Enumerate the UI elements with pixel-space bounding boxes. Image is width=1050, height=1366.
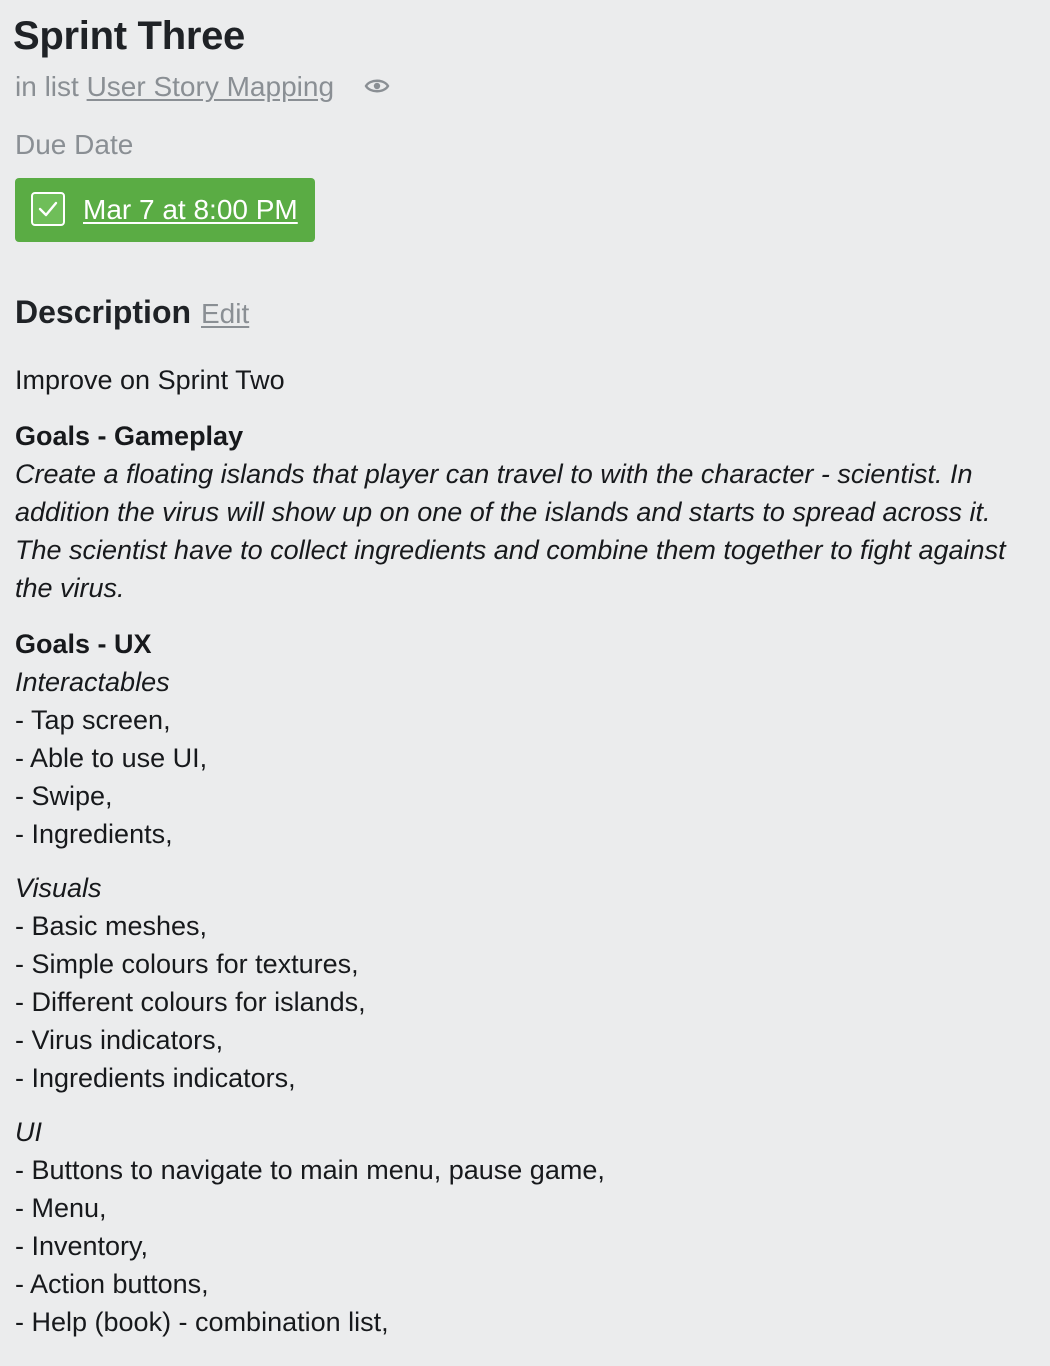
list-item: - Virus indicators, — [15, 1025, 224, 1055]
visuals-heading: Visuals — [15, 873, 102, 903]
list-item: - Ingredients, — [15, 819, 173, 849]
card-list-location: in list User Story Mapping — [15, 70, 334, 104]
list-item: - Tap screen, — [15, 705, 171, 735]
list-item: - Action buttons, — [15, 1269, 209, 1299]
due-date-badge[interactable]: Mar 7 at 8:00 PM — [15, 178, 315, 242]
ui-section: UI - Buttons to navigate to main menu, p… — [15, 1113, 1025, 1341]
gameplay-heading: Goals - Gameplay — [15, 421, 244, 451]
gameplay-section: Goals - Gameplay Create a floating islan… — [15, 417, 1025, 607]
description-heading: Description — [15, 294, 192, 330]
list-item: - Menu, — [15, 1193, 107, 1223]
list-item: - Basic meshes, — [15, 911, 208, 941]
list-item: - Help (book) - combination list, — [15, 1307, 389, 1337]
ui-heading: UI — [15, 1117, 42, 1147]
list-item: - Different colours for islands, — [15, 987, 366, 1017]
gameplay-text: Create a floating islands that player ca… — [15, 459, 1006, 603]
list-item: - Able to use UI, — [15, 743, 208, 773]
card-title[interactable]: Sprint Three — [13, 12, 245, 60]
list-item: - Buttons to navigate to main menu, paus… — [15, 1155, 605, 1185]
interactables-heading: Interactables — [15, 667, 170, 697]
card-detail: Sprint Three in list User Story Mapping … — [0, 0, 1050, 1366]
due-date-label: Due Date — [15, 129, 134, 160]
list-item: - Simple colours for textures, — [15, 949, 359, 979]
due-date-value[interactable]: Mar 7 at 8:00 PM — [83, 193, 298, 227]
checkmark-icon — [38, 201, 58, 217]
edit-description-link[interactable]: Edit — [201, 297, 249, 331]
description-intro: Improve on Sprint Two — [15, 365, 285, 395]
list-item: - Swipe, — [15, 781, 113, 811]
list-link[interactable]: User Story Mapping — [87, 71, 334, 102]
list-item: - Ingredients indicators, — [15, 1063, 296, 1093]
eye-icon[interactable] — [364, 76, 390, 96]
list-item: - Inventory, — [15, 1231, 149, 1261]
in-list-prefix: in list — [15, 71, 79, 102]
visuals-section: Visuals - Basic meshes, - Simple colours… — [15, 869, 1025, 1097]
due-date-complete-checkbox[interactable] — [31, 192, 65, 226]
ux-section: Goals - UX Interactables - Tap screen, -… — [15, 625, 1025, 853]
ux-heading: Goals - UX — [15, 629, 152, 659]
